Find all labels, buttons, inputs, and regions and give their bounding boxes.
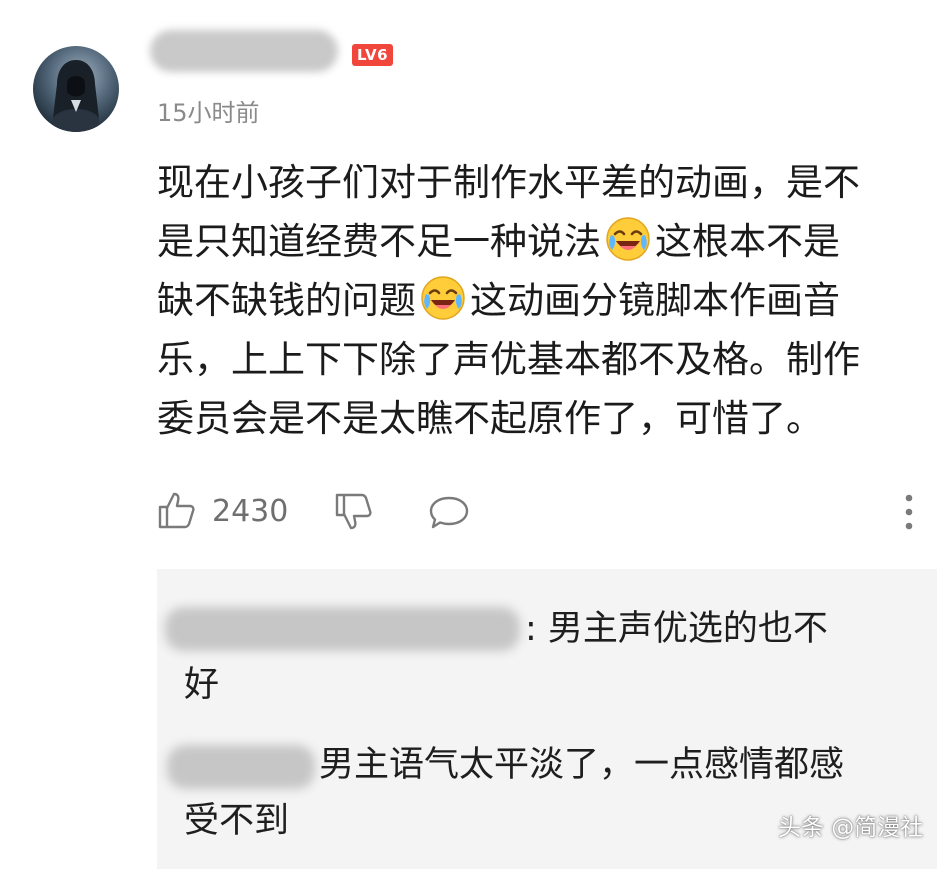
comment-line-segment: 这根本不是 xyxy=(655,220,840,263)
level-badge: LV6 xyxy=(352,44,394,66)
reply-text: 受不到 xyxy=(184,793,289,849)
reply-line: 男主语气太平淡了，一点感情都感 xyxy=(319,745,845,785)
comment-bubble-icon[interactable] xyxy=(427,492,471,532)
reply-line: 好 xyxy=(184,665,220,705)
username-redacted[interactable] xyxy=(150,30,338,72)
thumbs-up-icon[interactable] xyxy=(157,490,197,530)
reply-author-redacted[interactable] xyxy=(165,607,520,651)
reply-line: 受不到 xyxy=(184,801,290,841)
laughing-crying-emoji-icon xyxy=(420,275,466,321)
comment-line-segment: 这动画分镜脚本作画音 xyxy=(470,279,840,322)
comment-timestamp: 15小时前 xyxy=(157,99,260,127)
like-count: 2430 xyxy=(212,494,289,529)
comment-line: 委员会是不是太瞧不起原作了，可惜了。 xyxy=(157,397,823,440)
comment-line: 缺不缺钱的问题 这动画分镜脚本作画音 xyxy=(157,271,927,330)
comment-line-segment: 缺不缺钱的问题 xyxy=(157,279,416,322)
reply-line: : 男主声优选的也不 xyxy=(525,609,828,649)
comment-line-segment: 是只知道经费不足一种说法 xyxy=(157,220,601,263)
laughing-crying-emoji-icon xyxy=(605,216,651,262)
reply-author-redacted[interactable] xyxy=(167,745,315,789)
watermark: 头条 @简漫社 xyxy=(778,815,924,841)
comment-line: 是只知道经费不足一种说法 这根本不是 xyxy=(157,212,927,271)
thumbs-down-icon[interactable] xyxy=(334,492,374,532)
reply-text: 好 xyxy=(184,657,219,713)
reply-text: : 男主声优选的也不 xyxy=(525,601,828,657)
comment-line: 乐，上上下下除了声优基本都不及格。制作 xyxy=(157,338,860,381)
reply-text: 男主语气太平淡了，一点感情都感 xyxy=(319,737,844,793)
comment-actions: 2430 xyxy=(157,488,927,536)
comment-line: 现在小孩子们对于制作水平差的动画，是不 xyxy=(157,161,860,204)
avatar[interactable] xyxy=(33,46,119,132)
comment-text: 现在小孩子们对于制作水平差的动画，是不 是只知道经费不足一种说法 这根本不是 缺不… xyxy=(157,153,927,448)
vertical-dots-icon[interactable] xyxy=(899,490,919,534)
